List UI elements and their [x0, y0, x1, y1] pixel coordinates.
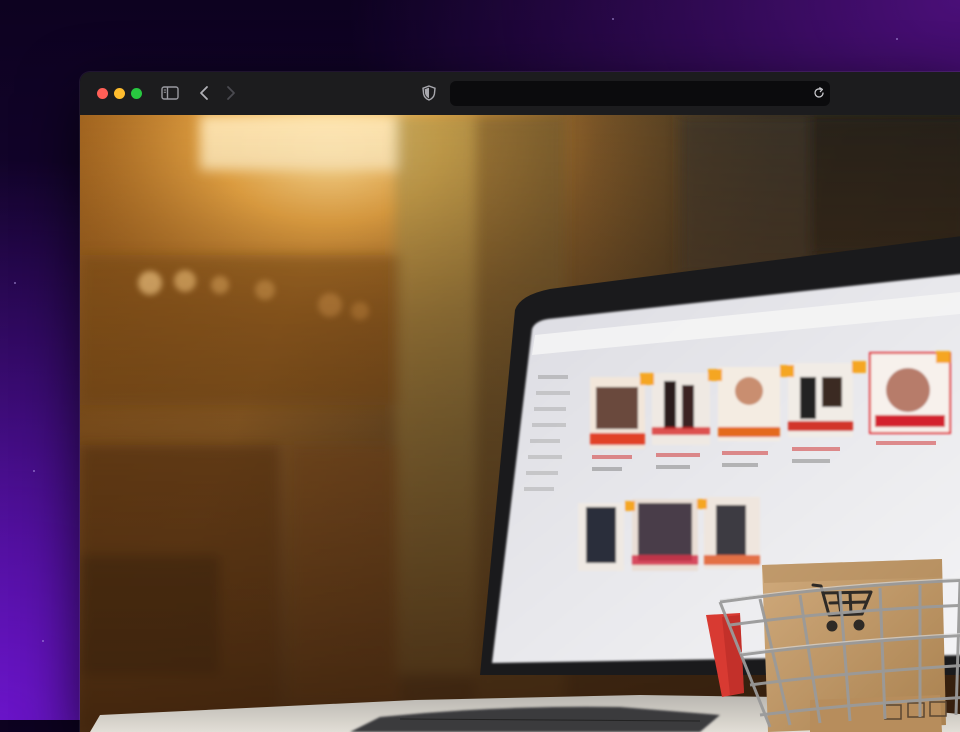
reload-icon[interactable]: [811, 82, 827, 104]
sidebar-icon[interactable]: [159, 82, 181, 104]
background-star: [33, 470, 35, 472]
address-bar[interactable]: [450, 81, 830, 106]
background-star: [42, 640, 44, 642]
browser-toolbar: [80, 72, 960, 116]
background-star: [896, 38, 898, 40]
close-button[interactable]: [97, 88, 108, 99]
background-star: [612, 18, 614, 20]
browser-window: [80, 72, 960, 732]
minimize-button[interactable]: [114, 88, 125, 99]
chevron-right-icon[interactable]: [221, 82, 241, 104]
background-star: [14, 282, 16, 284]
hero-photo: [80, 115, 960, 732]
shield-icon[interactable]: [419, 82, 439, 104]
page-content: [80, 115, 960, 732]
zoom-button[interactable]: [131, 88, 142, 99]
chevron-left-icon[interactable]: [194, 82, 214, 104]
